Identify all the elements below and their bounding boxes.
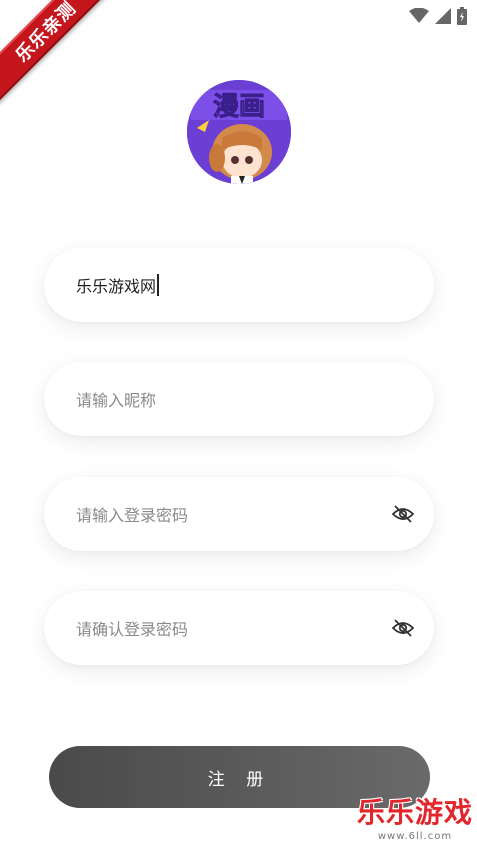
nickname-placeholder: 请输入昵称 — [76, 391, 157, 410]
app-logo: 漫画 — [187, 80, 291, 184]
confirm-password-field[interactable]: 请确认登录密码 — [44, 591, 434, 665]
username-value: 乐乐游戏网 — [76, 277, 157, 296]
eye-off-icon[interactable] — [392, 618, 414, 638]
register-label: 注 册 — [207, 769, 272, 790]
manga-girl-icon: 漫画 — [187, 80, 291, 184]
eye-off-icon[interactable] — [392, 504, 414, 524]
signal-icon — [435, 8, 451, 24]
watermark-url: www.6ll.com — [377, 831, 453, 842]
password-placeholder: 请输入登录密码 — [76, 506, 189, 525]
watermark-title: 乐乐游戏 — [356, 796, 473, 829]
battery-charging-icon — [457, 7, 467, 25]
password-field[interactable]: 请输入登录密码 — [44, 477, 434, 551]
nickname-field[interactable]: 请输入昵称 — [44, 362, 434, 436]
wifi-icon — [409, 8, 429, 23]
confirm-password-placeholder: 请确认登录密码 — [76, 620, 189, 639]
text-cursor — [157, 274, 159, 296]
site-watermark: 乐乐游戏 www.6ll.com — [357, 791, 473, 842]
username-field[interactable]: 乐乐游戏网 — [44, 248, 434, 322]
logo-caption: 漫画 — [213, 92, 265, 122]
